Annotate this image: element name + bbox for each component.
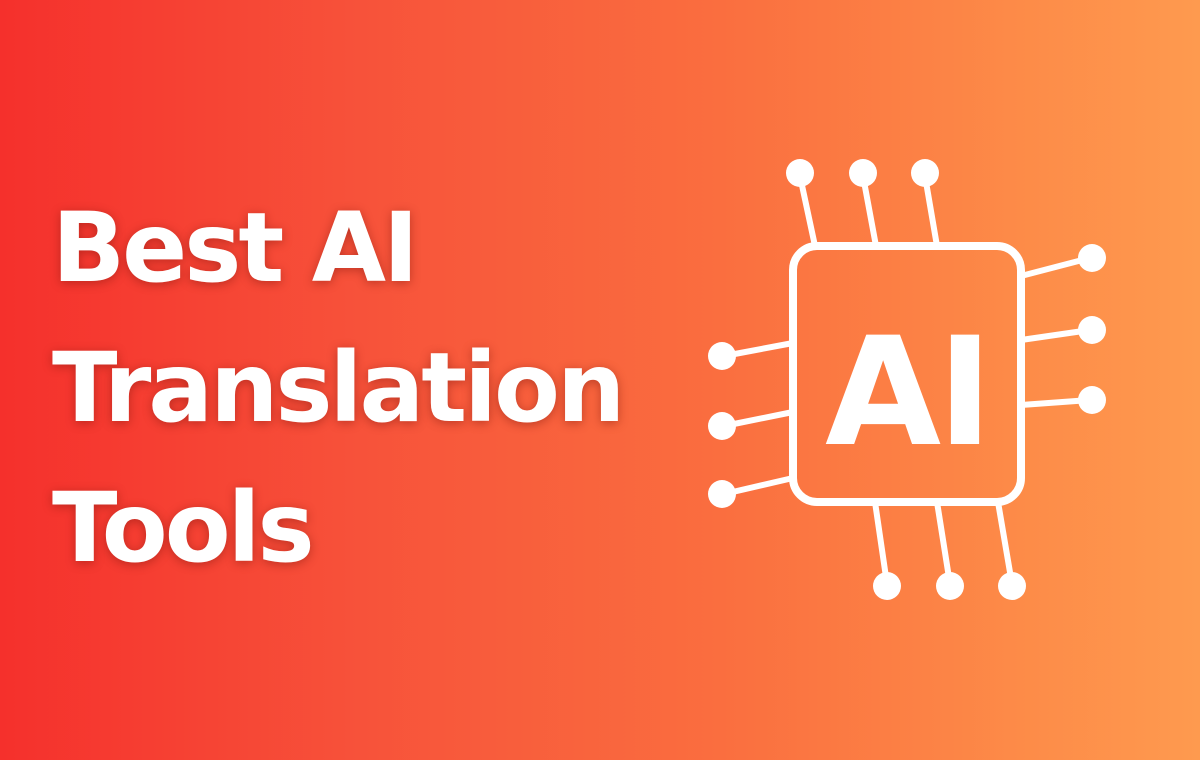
chip-pins-top bbox=[786, 159, 940, 249]
headline-line-3: Tools bbox=[52, 472, 315, 584]
banner: Best AI Translation Tools AI bbox=[0, 0, 1200, 760]
chip-pins-left bbox=[708, 340, 796, 508]
ai-chip-icon: AI bbox=[708, 159, 1106, 600]
chip-pins-right bbox=[1018, 244, 1106, 414]
headline: Best AI Translation Tools bbox=[52, 178, 625, 598]
chip-pins-bottom bbox=[872, 499, 1026, 600]
headline-line-1: Best AI bbox=[52, 192, 419, 304]
chip-label: AI bbox=[825, 306, 989, 480]
headline-line-2: Translation bbox=[52, 332, 625, 444]
